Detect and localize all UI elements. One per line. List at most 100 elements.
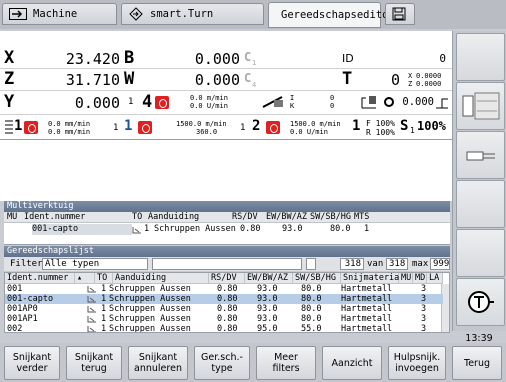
axis-c1-label: C [244,50,252,64]
col-to[interactable]: TO [95,273,113,284]
mv-col-desc: Aanduiding [148,212,200,222]
table-row[interactable]: 001-capto 1 Schruppen Aussen 0.80 93.0 80.0 Ha… [5,294,443,304]
coolant-icon [361,96,376,109]
id-value: 0 [439,52,446,65]
side-button-4[interactable] [456,180,505,228]
ch1b-num: 1 [124,118,133,134]
filter-label: Filter [10,259,43,269]
tool-type-icon [87,306,96,313]
cell-ident: 001AP1 [7,314,38,324]
softkey-next-edge[interactable]: Snijkant verder [4,346,60,380]
handwheel-icon [262,96,283,108]
list-van-label: van [367,259,384,269]
list-max-label: max [412,259,429,269]
spindle-status-icon [155,96,169,109]
tab-tool-editor-label: Gereedschapseditor [281,9,395,21]
extra-value: 0.000 [402,96,434,108]
tool-table-icon [468,291,494,313]
tab-tool-editor[interactable]: Gereedschapseditor [268,2,395,28]
machine-icon [9,8,27,20]
cell-sw: 80.0 [301,284,322,294]
tool-list-table: Ident.nummer ▴ TO Aanduiding RS/DV EW/BW… [4,272,450,333]
tab-machine[interactable]: Machine [2,3,117,25]
col-mat[interactable]: Snijmateriaal [341,273,410,284]
softkey-more-filters[interactable]: Meer filters [256,346,316,380]
table-row[interactable]: 001AP0 1 Schruppen Aussen 0.80 93.0 80.0 Hartm… [5,304,443,314]
mv-col-mu: MU [7,212,18,222]
s-label: S [400,118,409,134]
softkey-insert-aux-edge[interactable]: Hulpsnijk. invoegen [388,346,446,380]
col-la[interactable]: LA [427,273,443,284]
softkey-back[interactable]: Terug [452,346,502,380]
machine-view-button[interactable] [456,82,505,130]
softkey-prev-edge[interactable]: Snijkant terug [66,346,122,380]
cell-to: 1 [101,314,107,324]
cell-sw: 80.0 [301,294,322,304]
cell-rs: 0.80 [217,324,238,333]
cell-ident: 002 [7,324,23,333]
ch2-num: 1 [240,123,246,133]
cell-to: 1 [101,284,107,294]
filter-search-input[interactable] [152,258,302,270]
cell-ew: 95.0 [257,324,278,333]
tool-view-icon [466,151,495,161]
multi-tool-rows: 001-capto 1 Schruppen Aussen 0.80 93.0 8… [4,223,450,245]
offset-x-value: 0.0000 [416,72,442,80]
tool-table-button[interactable] [456,278,505,326]
cell-to: 1 [101,304,107,314]
col-sort[interactable]: ▴ [75,273,95,284]
tool-view-button[interactable] [456,131,505,179]
cell-desc: Schruppen Aussen [109,304,191,314]
axis-z-value: 31.710 [65,71,120,89]
spindle-1-stop-icon [138,121,152,134]
mv-col-mts: MTS [354,212,370,222]
col-sw[interactable]: SW/SB/HG [293,273,341,284]
tab-save[interactable] [385,3,415,25]
cell-mat: Hartmetall [341,304,393,314]
spindle-feed-1: 0.0 m/min [190,94,228,102]
filter-select[interactable]: Alle typen [42,258,148,270]
cell-mat: Hartmetall [341,294,393,304]
col-rs[interactable]: RS/DV [209,273,245,284]
cell-ident: 001 [7,284,23,294]
col-ew[interactable]: EW/BW/AZ [245,273,293,284]
mv-row[interactable]: 001-capto 1 Schruppen Aussen 0.80 93.0 8… [4,224,450,235]
tab-smart-turn[interactable]: smart.Turn [121,3,264,25]
row-z: Z 31.710 W 0.000 C 4 T 0 X 0.0000 Z 0.00… [0,69,452,91]
side-button-1[interactable] [456,33,505,81]
tab-machine-label: Machine [33,8,78,20]
mv-col-ew: EW/BW/AZ [266,212,307,222]
softkey-view[interactable]: Aanzicht [322,346,382,380]
cell-to: 1 [101,294,107,304]
col-md[interactable]: MD [413,273,427,284]
t-value: 0 [390,71,400,89]
softkey-cancel-edge[interactable]: Snijkant annuleren [128,346,188,380]
table-row[interactable]: 001 1 Schruppen Aussen 0.80 93.0 80.0 Hartmeta… [5,284,443,294]
cell-md: 3 [421,304,427,314]
mv-cell-id: 001-capto [32,224,132,235]
k-label: K [290,102,295,110]
softkey-tool-type[interactable]: Ger.sch.- type [194,346,250,380]
multi-tool-title: Multiverktuig [4,201,450,212]
filter-checkbox[interactable] [306,258,316,270]
cell-mat: Hartmetall [341,284,393,294]
table-row[interactable]: 001AP1 1 Schruppen Aussen 0.80 93.0 80.0 Hartm… [5,314,443,324]
offset-x-label: X [408,72,413,80]
softkey-bar: Snijkant verder Snijkant terug Snijkant … [0,343,506,382]
cell-ew: 93.0 [257,294,278,304]
col-ident[interactable]: Ident.nummer [5,273,75,284]
cell-md: 3 [421,284,427,294]
table-row[interactable]: 002 1 Schruppen Aussen 0.80 95.0 55.0 Hartmeta… [5,324,443,333]
t-label: T [342,69,353,89]
mv-cell-rs: 0.80 [240,224,261,234]
mv-cell-ew: 93.0 [282,224,303,234]
r-override: R 100% [366,128,395,137]
col-mu[interactable]: MU [399,273,413,284]
tool-list-filter-bar: Filter Alle typen 318 van 318 max 999 [4,257,450,271]
tool-type-icon [87,326,96,332]
side-button-5[interactable] [456,229,505,277]
col-desc[interactable]: Aanduiding [113,273,209,284]
k-value: 0 [330,102,335,110]
speed-b2: 0.0 U/min [290,128,328,136]
mv-cell-desc: Schruppen Aussen [154,224,236,234]
